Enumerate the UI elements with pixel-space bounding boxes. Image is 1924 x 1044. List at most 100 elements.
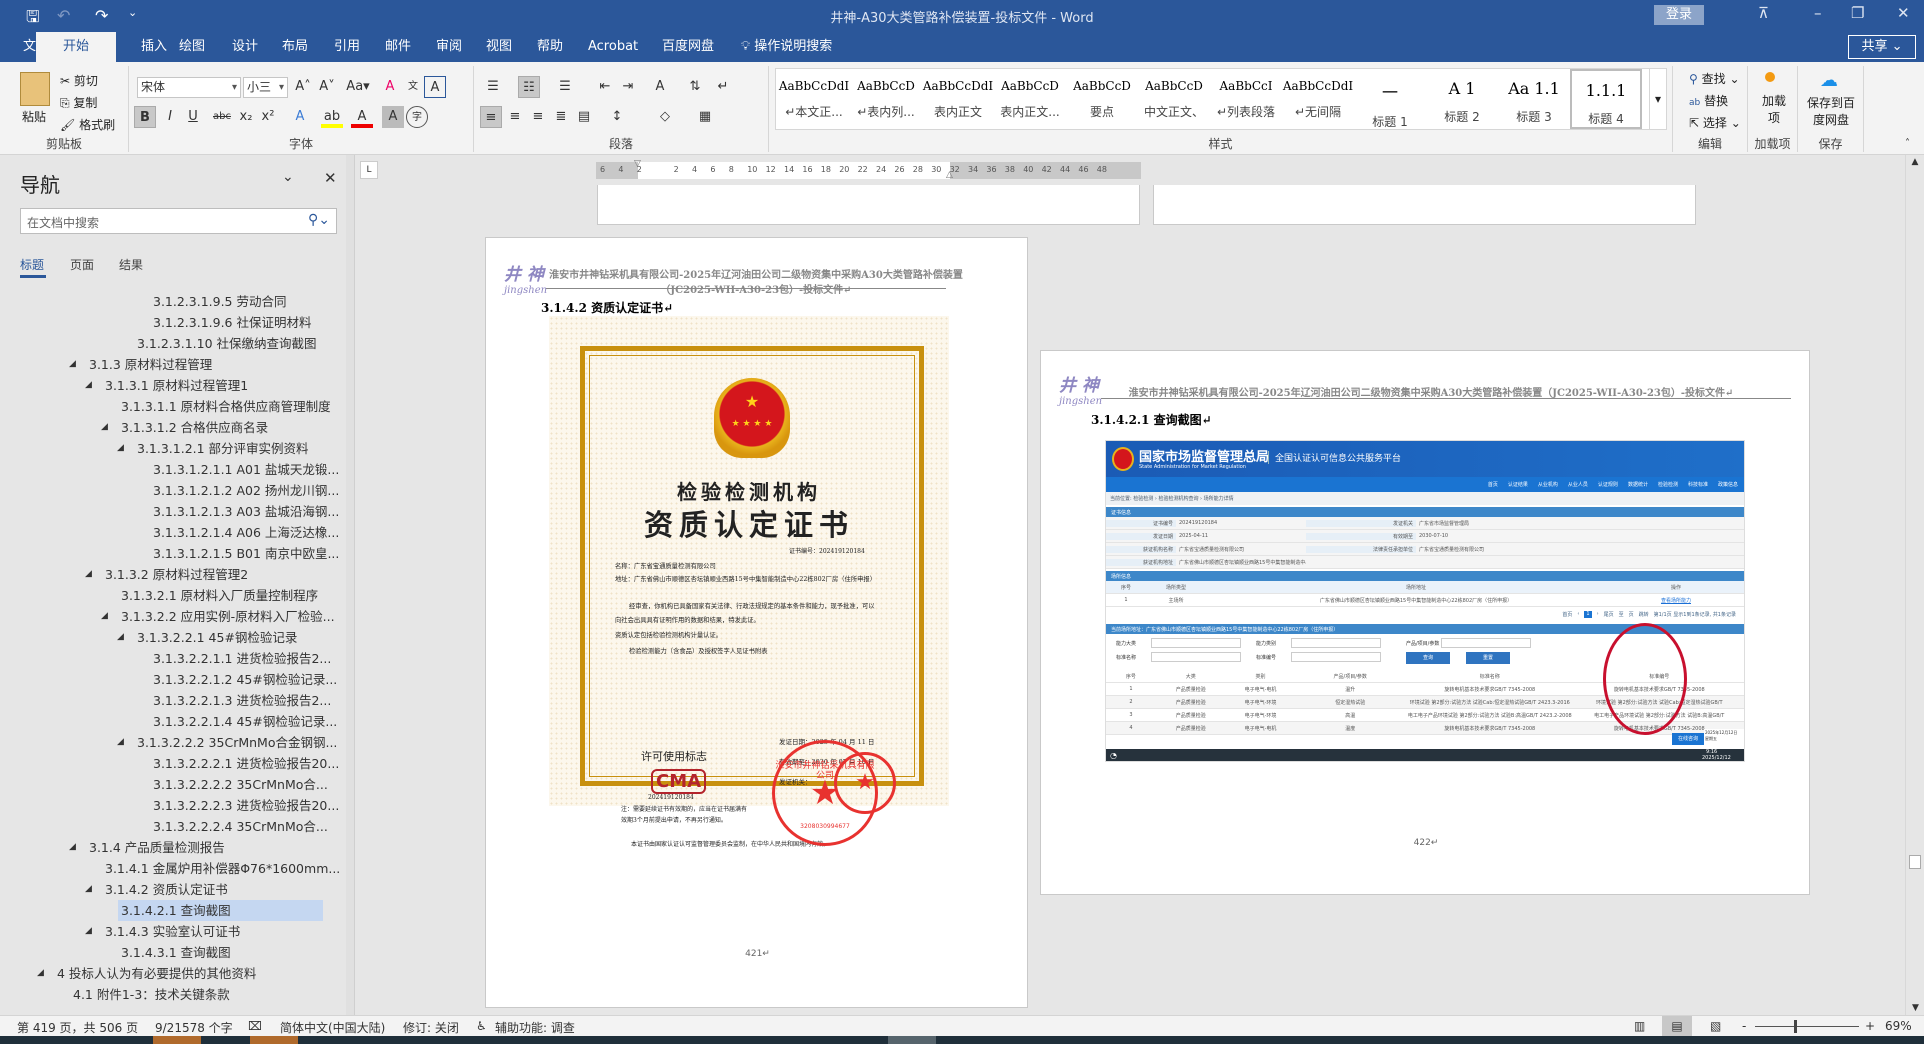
expand-triangle-icon[interactable]: ◢ [117,732,124,753]
shading-icon[interactable]: ◇ [654,106,676,128]
pager-item[interactable]: 首页 [1562,611,1572,618]
search-icon[interactable]: ⚲⌄ [308,212,330,228]
tab-acrobat[interactable]: Acrobat [580,32,646,62]
align-center-icon[interactable]: ≡ [504,106,526,128]
tab-selector[interactable]: L [360,161,378,179]
tab-design[interactable]: 设计 [224,32,266,62]
nav-heading-item[interactable]: ◢ 3.1.3.2 原材料过程管理2 [85,564,248,585]
paste-button[interactable]: 粘贴 [22,108,46,125]
vertical-scrollbar[interactable]: ▲ ▼ [1905,155,1924,1015]
nav-heading-item[interactable]: 3.1.3.2.1 原材料入厂质量控制程序 [118,585,318,606]
nav-heading-item[interactable]: 3.1.2.3.1.9.6 社保证明材料 [150,312,311,333]
nav-heading-item[interactable]: 3.1.3.1.2.1.2 A02 扬州龙川钢... [150,480,339,501]
expand-triangle-icon[interactable]: ◢ [69,837,76,858]
style-中文正文、[interactable]: AaBbCcD 中文正文、 [1138,69,1210,129]
filter-input[interactable] [1291,638,1381,648]
highlight-icon[interactable]: ab [321,106,343,128]
restore-icon[interactable]: ❐ [1851,4,1864,22]
nav-heading-item[interactable]: 4.1 附件1-3：技术关键条款 [70,984,230,1005]
nav-heading-item[interactable]: ◢ 3.1.4.3 实验室认可证书 [85,921,240,942]
pager-item[interactable]: 至 [1619,611,1624,618]
menu-item[interactable]: 从业机构 [1538,481,1558,488]
save-to-baidu-button[interactable]: 保存到百度网盘 [1804,94,1858,128]
bold-icon[interactable]: B [134,106,156,128]
styles-more-icon[interactable]: ▾ [1649,68,1667,130]
nav-heading-item[interactable]: 3.1.3.2.2.1.4 45#钢检验记录... [150,711,337,732]
superscript-icon[interactable]: x² [257,106,279,128]
nav-heading-item[interactable]: 3.1.2.3.1.10 社保缴纳查询截图 [134,333,317,354]
expand-triangle-icon[interactable]: ◢ [85,375,92,396]
italic-icon[interactable]: I [159,106,181,128]
expand-triangle-icon[interactable]: ◢ [37,963,44,984]
reset-button[interactable]: 重置 [1466,652,1510,664]
nav-heading-item[interactable]: 3.1.3.1.2.1.4 A06 上海泛达橡... [150,522,339,543]
tell-me-search[interactable]: 💡︎ 操作说明搜索 [733,32,840,62]
nav-heading-item[interactable]: 3.1.3.2.2.2.3 进货检验报告20... [150,795,339,816]
style-要点[interactable]: AaBbCcD 要点 [1066,69,1138,129]
asian-layout-icon[interactable]: A [649,76,671,98]
nav-heading-item[interactable]: 3.1.3.2.2.1.3 进货检验报告2... [150,690,331,711]
taskbar-app[interactable] [153,1036,201,1044]
style-标题3[interactable]: Aa 1.1 标题 3 [1498,69,1570,129]
taskbar-app[interactable] [250,1036,298,1044]
pager-item[interactable]: 1 [1584,611,1592,618]
expand-triangle-icon[interactable]: ◢ [101,417,108,438]
justify-icon[interactable]: ≣ [550,106,572,128]
pager-item[interactable]: › [1597,611,1599,618]
menu-item[interactable]: 认证结果 [1508,481,1528,488]
nav-heading-item[interactable]: 3.1.2.3.1.9.5 劳动合同 [150,291,286,312]
multilevel-list-icon[interactable]: ☰ [554,76,576,98]
pager-item[interactable]: 页 [1629,611,1634,618]
sort-icon[interactable]: ⇅ [684,76,706,98]
expand-triangle-icon[interactable]: ◢ [85,564,92,585]
tab-review[interactable]: 审阅 [428,32,470,62]
query-button[interactable]: 查询 [1406,652,1450,664]
tab-help[interactable]: 帮助 [529,32,571,62]
align-left-icon[interactable]: ≡ [480,106,502,128]
proofing-icon[interactable]: ⌧ [248,1019,262,1033]
nav-heading-item[interactable]: 3.1.3.1.2.1.1 A01 盐城天龙锻... [150,459,339,480]
menu-item[interactable]: 检验检测 [1658,481,1678,488]
numbering-icon[interactable]: ☷ [518,76,540,98]
zoom-in-button[interactable]: + [1865,1019,1875,1033]
nav-search-input[interactable]: 在文档中搜索 ⚲⌄ [20,208,337,234]
right-indent-marker[interactable]: △ [946,170,953,180]
nav-heading-item[interactable]: 3.1.4.1 金属炉用补偿器Φ76*1600mm... [102,858,340,879]
nav-heading-item[interactable]: ◢ 3.1.3 原材料过程管理 [69,354,212,375]
nav-tab-headings[interactable]: 标题 [20,256,44,273]
nav-heading-item[interactable]: 3.1.3.1.2.1.3 A03 盐城沿海钢... [150,501,339,522]
font-size-select[interactable]: 小三 [243,77,288,98]
close-window-icon[interactable]: ✕ [1897,4,1910,22]
align-right-icon[interactable]: ≡ [527,106,549,128]
format-painter-button[interactable]: 🖌︎ 格式刷 [60,116,115,133]
show-marks-icon[interactable]: ↵ [712,76,734,98]
nav-heading-item[interactable]: ◢ 3.1.3.2.2.2 35CrMnMo合金钢钢... [117,732,337,753]
replace-button[interactable]: ab 替换 [1689,92,1728,109]
nav-options-chevron-icon[interactable]: ⌄ [282,169,294,185]
pager-item[interactable]: 尾页 [1604,611,1614,618]
nav-heading-item[interactable]: ◢ 3.1.3.1 原材料过程管理1 [85,375,248,396]
accessibility-icon[interactable]: ♿︎ [476,1019,487,1033]
character-border-icon[interactable]: A [424,76,446,98]
font-name-select[interactable]: 宋体 [137,77,241,98]
scroll-up-icon[interactable]: ▲ [1906,157,1924,167]
nav-heading-item[interactable]: 3.1.3.1.2.1.5 B01 南京中欧皇... [150,543,339,564]
nav-tab-pages[interactable]: 页面 [70,256,94,273]
style-标题4[interactable]: 1.1.1 标题 4 [1570,69,1642,129]
cut-button[interactable]: ✂ 剪切 [60,72,98,89]
horizontal-ruler[interactable]: 6 4 2 2 4 6 8 10 12 14 16 18 20 22 24 26 28 30 32 34 36 38 40 4… [596,159,1141,180]
font-color-icon[interactable]: A [351,106,373,128]
menu-item[interactable]: 数据统计 [1628,481,1648,488]
pager-item[interactable]: ‹ [1577,611,1579,618]
style-无间隔[interactable]: AaBbCcDdI ↵无间隔 [1282,69,1354,129]
track-changes[interactable]: 修订: 关闭 [403,1019,459,1036]
filter-input[interactable] [1151,638,1241,648]
read-mode-icon[interactable]: ▥ [1634,1019,1645,1033]
decrease-indent-icon[interactable]: ⇤ [594,76,616,98]
pager-item[interactable]: 跳转 [1639,611,1649,618]
underline-icon[interactable]: U [182,106,204,128]
nav-heading-item[interactable]: 3.1.3.2.2.1.2 45#钢检验记录... [150,669,337,690]
word-count[interactable]: 9/21578 个字 [155,1019,233,1036]
nav-scrollbar[interactable] [346,155,354,1015]
change-case-icon[interactable]: Aa▾ [343,76,373,98]
